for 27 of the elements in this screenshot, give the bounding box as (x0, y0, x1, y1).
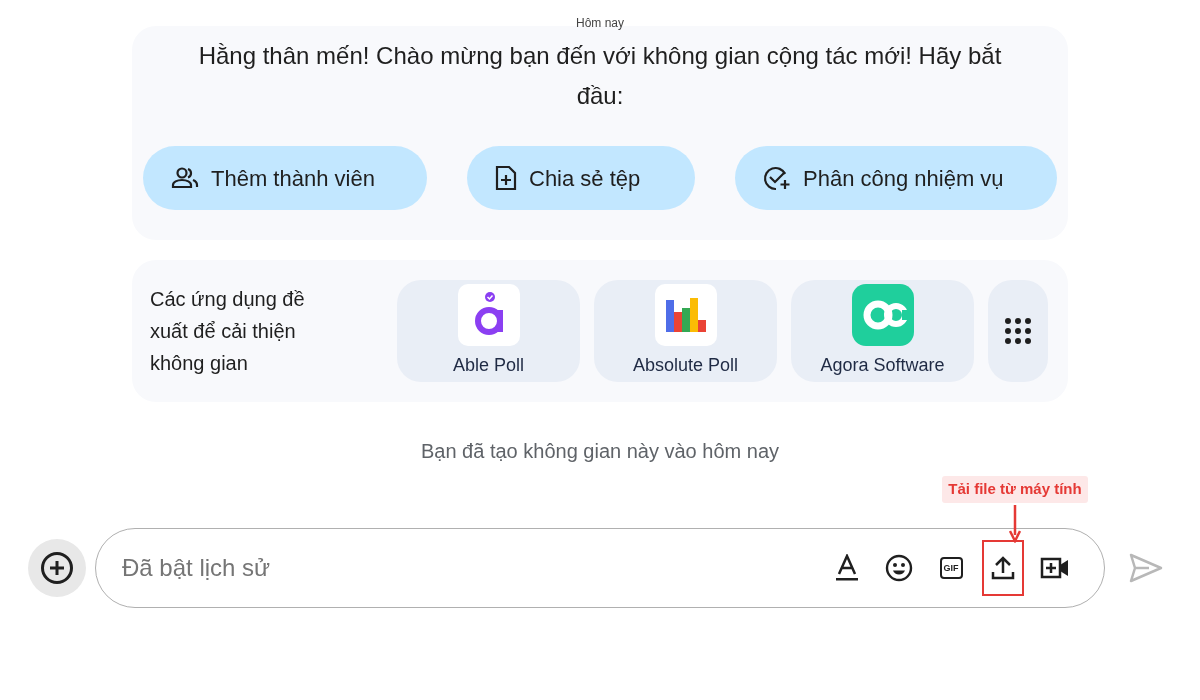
bar-chart-logo-icon (654, 283, 717, 346)
people-icon (171, 166, 199, 190)
grid-icon (1004, 317, 1032, 345)
more-apps-button[interactable] (988, 280, 1048, 382)
action-button[interactable]: Phân công nhiệm vụ (735, 146, 1057, 210)
annotation-label: Tải file từ máy tính (942, 476, 1088, 503)
file-plus-icon (495, 165, 517, 191)
plus-circle-icon (40, 551, 74, 585)
infinity-logo-icon (851, 283, 914, 346)
action-button[interactable]: Chia sẻ tệp (467, 146, 695, 210)
text-format-icon[interactable] (834, 554, 860, 582)
welcome-message: Hằng thân mến! Chào mừng bạn đến với không gian cộng tác mới! Hãy bắt đầu: (197, 41, 1003, 111)
upload-icon (990, 555, 1016, 581)
annotation-arrow (1009, 504, 1021, 543)
video-add-icon[interactable] (1040, 556, 1070, 580)
date-divider: Hôm nay (576, 16, 624, 32)
apps-label: Các ứng dụng đề xuất để cải thiện không gian (150, 287, 306, 376)
gif-icon[interactable]: GIF (939, 557, 963, 579)
check-plus-icon (763, 165, 791, 191)
app-logo-icon (457, 283, 520, 346)
app-tile[interactable]: Absolute Poll (594, 280, 777, 382)
emoji-icon[interactable] (885, 554, 913, 582)
app-tile[interactable]: Agora Software (791, 280, 974, 382)
created-note: Bạn đã tạo không gian này vào hôm nay (420, 439, 779, 464)
action-button[interactable]: Thêm thành viên (143, 146, 427, 210)
upload-button[interactable] (982, 540, 1024, 596)
app-tile[interactable]: Able Poll (397, 280, 580, 382)
